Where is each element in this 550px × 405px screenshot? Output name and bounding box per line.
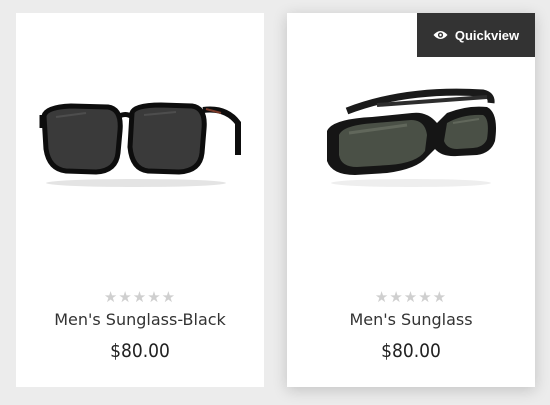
- product-price: $80.00: [381, 340, 441, 362]
- quickview-button[interactable]: Quickview: [417, 13, 535, 57]
- product-name[interactable]: Men's Sunglass-Black: [16, 309, 264, 331]
- eye-icon: [433, 30, 448, 40]
- sunglasses-wrap-image: [327, 88, 496, 187]
- product-image[interactable]: [16, 83, 264, 213]
- product-card[interactable]: Quickview ★★★★★ Men's Sunglass $80.00: [287, 13, 535, 387]
- rating-stars: ★★★★★: [374, 288, 448, 306]
- product-price: $80.00: [110, 340, 170, 362]
- rating-stars: ★★★★★: [103, 288, 177, 306]
- quickview-label: Quickview: [454, 27, 520, 43]
- sunglasses-black-image: [39, 102, 241, 187]
- product-name[interactable]: Men's Sunglass: [287, 309, 535, 331]
- product-image[interactable]: [287, 83, 535, 213]
- product-card[interactable]: ★★★★★ Men's Sunglass-Black $80.00: [16, 13, 264, 387]
